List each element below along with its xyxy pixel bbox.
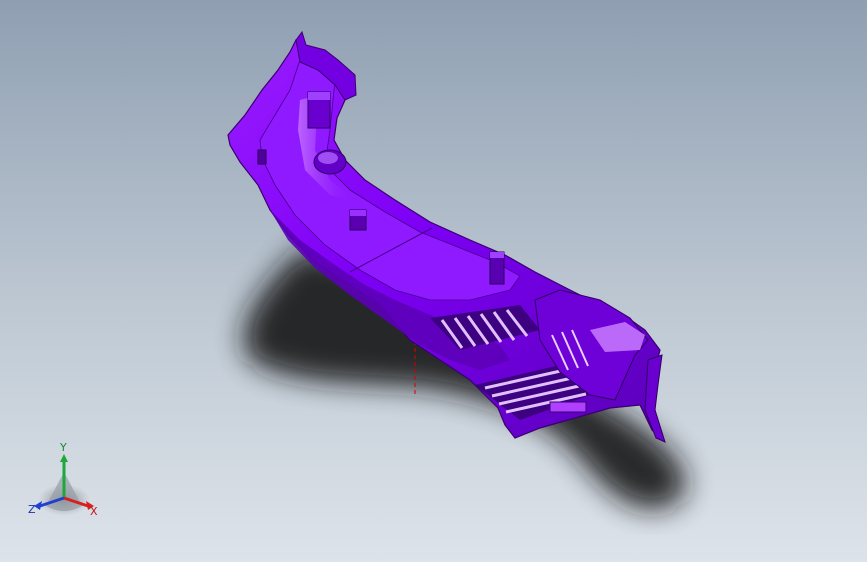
y-axis-arrow [60,454,68,462]
x-axis-label: X [90,505,98,518]
model-viewport[interactable]: Y X Z [0,0,867,562]
model-canvas[interactable] [0,0,867,562]
z-axis-label: Z [28,503,36,516]
y-axis-label: Y [60,441,67,454]
orientation-triad[interactable]: Y X Z [24,442,108,530]
